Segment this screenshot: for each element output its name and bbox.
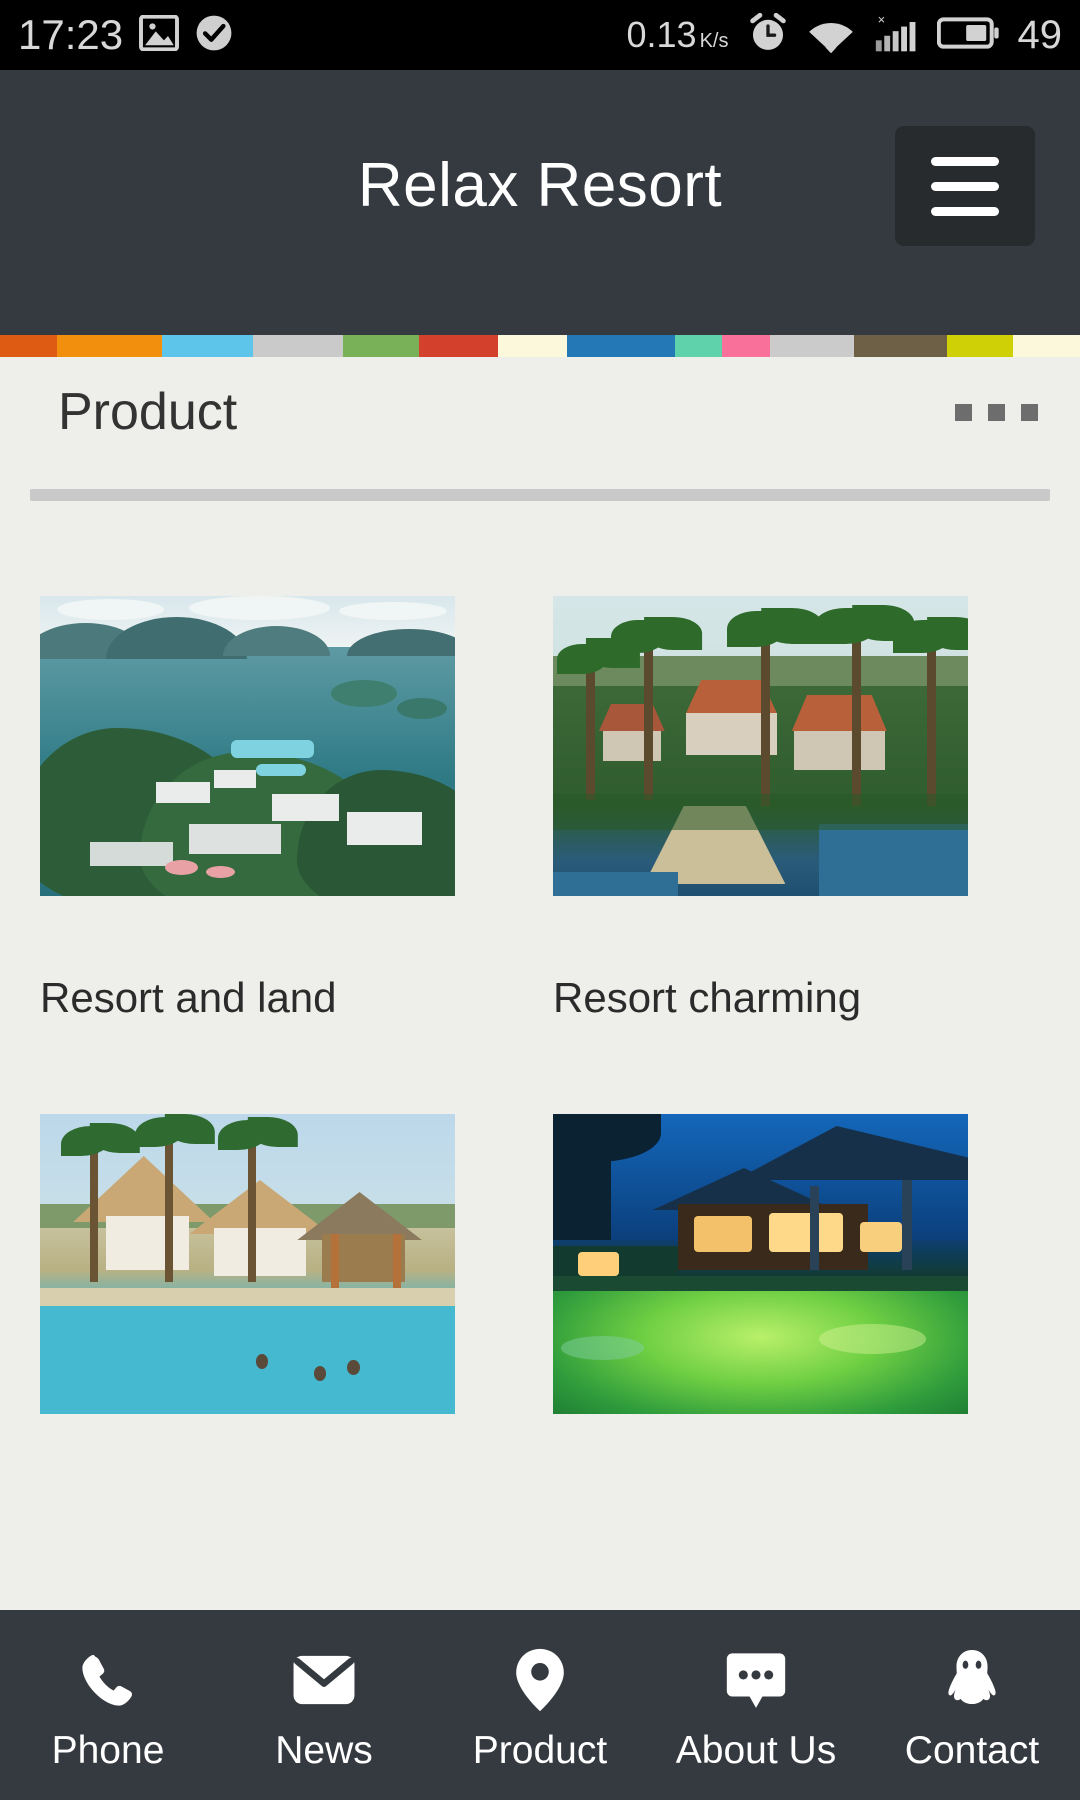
- check-circle-icon: [195, 14, 233, 57]
- location-pin-icon: [511, 1647, 569, 1713]
- battery-percentage: 49: [1017, 12, 1063, 57]
- color-segment: [567, 335, 675, 357]
- dot: [988, 403, 1005, 421]
- app-header: Relax Resort: [0, 70, 1080, 335]
- nav-label: Product: [472, 1729, 608, 1772]
- color-segment: [418, 335, 498, 357]
- nav-label: Contact: [904, 1729, 1040, 1772]
- hamburger-bar: [931, 206, 999, 216]
- color-segment: [1012, 335, 1080, 357]
- section-divider: [30, 489, 1050, 501]
- product-label: Resort and land: [40, 974, 337, 1021]
- thatched-villa-pool-photo[interactable]: [40, 1114, 455, 1414]
- phone-icon: [76, 1647, 140, 1713]
- alarm-icon: [746, 11, 790, 60]
- network-speed-unit: K/s: [699, 30, 729, 52]
- nav-item-phone[interactable]: Phone: [0, 1610, 216, 1800]
- wifi-icon: [807, 13, 855, 58]
- network-speed-value: 0.13: [626, 14, 697, 55]
- product-label: Resort charming: [553, 974, 862, 1021]
- main-content: Product Resort and land Resort charming: [0, 357, 1080, 1430]
- product-card[interactable]: [40, 1114, 527, 1506]
- nav-item-product[interactable]: Product: [432, 1610, 648, 1800]
- status-time: 17:23: [18, 11, 124, 58]
- status-bar-right: 0.13 K/s × 49: [627, 11, 1062, 60]
- color-segment: [946, 335, 1013, 357]
- nav-label: Phone: [51, 1729, 165, 1772]
- qq-penguin-icon: [942, 1647, 1002, 1713]
- tropical-villa-palms-photo[interactable]: [553, 596, 968, 896]
- nav-item-about-us[interactable]: About Us: [648, 1610, 864, 1800]
- more-options-icon[interactable]: [955, 403, 1038, 421]
- product-card[interactable]: Resort charming: [553, 596, 1040, 1114]
- product-card[interactable]: Resort and land: [40, 596, 527, 1114]
- network-speed: 0.13 K/s: [627, 14, 729, 56]
- night-villa-lit-pool-photo[interactable]: [553, 1114, 968, 1414]
- section-title: Product: [58, 383, 238, 441]
- color-accent-strip: [0, 335, 1080, 357]
- color-segment: [342, 335, 419, 357]
- bottom-navigation: Phone News Product About Us Contact: [0, 1610, 1080, 1800]
- color-segment: [675, 335, 723, 357]
- color-segment: [497, 335, 567, 357]
- dot: [955, 403, 972, 421]
- app-screen: 17:23 0.13 K/s × 49 Relax Resort Product…: [0, 0, 1080, 1800]
- color-segment: [253, 335, 343, 357]
- color-segment: [57, 335, 162, 357]
- hamburger-bar: [931, 156, 999, 166]
- color-segment: [853, 335, 947, 357]
- nav-item-contact[interactable]: Contact: [864, 1610, 1080, 1800]
- signal-icon: ×: [872, 11, 920, 60]
- product-card[interactable]: [553, 1114, 1040, 1506]
- color-segment: [162, 335, 254, 357]
- nav-item-news[interactable]: News: [216, 1610, 432, 1800]
- battery-icon: [936, 14, 999, 57]
- hamburger-menu-icon[interactable]: [895, 126, 1035, 246]
- svg-text:×: ×: [877, 11, 885, 26]
- product-grid: Resort and land Resort charming: [0, 596, 1080, 1506]
- nav-label: About Us: [675, 1729, 837, 1772]
- status-bar-left: 17:23: [18, 11, 233, 59]
- section-header: Product: [0, 357, 1080, 467]
- aerial-bay-resort-photo[interactable]: [40, 596, 455, 896]
- chat-bubble-icon: [723, 1647, 789, 1713]
- image-icon: [139, 14, 180, 56]
- hamburger-bar: [931, 181, 999, 191]
- color-segment: [769, 335, 854, 357]
- color-segment: [722, 335, 770, 357]
- color-segment: [0, 335, 58, 357]
- envelope-icon: [291, 1647, 357, 1713]
- dot: [1021, 403, 1038, 421]
- status-bar: 17:23 0.13 K/s × 49: [0, 0, 1080, 70]
- nav-label: News: [275, 1729, 373, 1772]
